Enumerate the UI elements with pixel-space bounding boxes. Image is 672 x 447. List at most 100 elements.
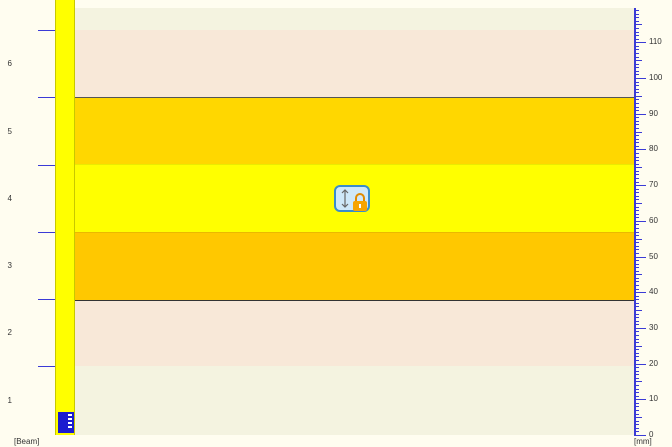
mm-ruler-tick	[634, 171, 639, 172]
beam-band-3[interactable]	[75, 232, 634, 300]
beam-label: 5	[7, 127, 12, 136]
mm-ruler-tick	[634, 39, 639, 40]
mm-label: 110	[649, 37, 662, 46]
mm-ruler-tick	[634, 214, 639, 215]
mm-ruler-tick	[634, 239, 642, 240]
mm-ruler-tick	[634, 303, 639, 304]
mm-ruler-tick	[634, 124, 639, 125]
mm-label: 40	[649, 287, 658, 296]
mm-ruler-tick	[634, 235, 639, 236]
mm-ruler-tick	[634, 367, 639, 368]
mm-ruler-tick	[634, 292, 646, 293]
mm-label: 50	[649, 252, 658, 261]
mm-ruler-tick	[634, 328, 646, 329]
mm-ruler-tick	[634, 199, 639, 200]
mm-ruler-tick	[634, 71, 639, 72]
beam-label: 2	[7, 328, 12, 337]
mm-ruler-tick	[634, 324, 639, 325]
beam-ruler-tick	[38, 30, 55, 31]
mm-ruler-tick	[634, 242, 639, 243]
left-unit-label: [Beam]	[14, 437, 40, 446]
beam-band-top[interactable]	[75, 8, 634, 30]
beam-band-6[interactable]	[75, 30, 634, 97]
mm-ruler-tick	[634, 321, 639, 322]
mm-ruler-tick	[634, 271, 639, 272]
mm-ruler-tick	[634, 135, 639, 136]
mm-ruler-tick	[634, 167, 642, 168]
mm-ruler-tick	[634, 92, 639, 93]
beam-position-marker[interactable]	[58, 412, 74, 433]
mm-ruler-tick	[634, 317, 639, 318]
mm-label: 70	[649, 180, 658, 189]
beam-ruler-tick	[38, 165, 55, 166]
beam-strip[interactable]	[55, 0, 75, 435]
mm-ruler-tick	[634, 353, 639, 354]
mm-ruler-tick	[634, 257, 646, 258]
beam-canvas[interactable]	[75, 8, 634, 435]
mm-ruler-tick	[634, 299, 639, 300]
mm-ruler-tick	[634, 228, 639, 229]
mm-label: 10	[649, 394, 658, 403]
mm-ruler-tick	[634, 110, 639, 111]
beam-ruler-tick	[38, 232, 55, 233]
band-border-line	[75, 97, 634, 98]
mm-ruler-tick	[634, 399, 646, 400]
mm-ruler-tick	[634, 182, 639, 183]
mm-ruler-tick	[634, 157, 639, 158]
mm-ruler-tick	[634, 107, 639, 108]
mm-ruler-tick	[634, 99, 639, 100]
mm-ruler-tick	[634, 392, 639, 393]
beam-band-1[interactable]	[75, 366, 634, 435]
mm-ruler-tick	[634, 249, 639, 250]
mm-ruler-tick	[634, 189, 639, 190]
mm-ruler-tick	[634, 264, 639, 265]
mm-ruler-tick	[634, 128, 639, 129]
beam-band-2[interactable]	[75, 300, 634, 366]
mm-ruler-tick	[634, 96, 642, 97]
mm-ruler-tick	[634, 356, 639, 357]
mm-ruler-tick	[634, 207, 639, 208]
mm-ruler-tick	[634, 431, 639, 432]
mm-ruler-tick	[634, 339, 639, 340]
mm-ruler-tick	[634, 232, 639, 233]
mm-ruler-tick	[634, 410, 639, 411]
mm-ruler-tick	[634, 424, 639, 425]
band-border-line	[75, 164, 634, 165]
mm-ruler-tick	[634, 314, 639, 315]
beam-label: 1	[7, 396, 12, 405]
mm-ruler-tick	[634, 85, 639, 86]
beam-ruler: 1 2 3 4 5 6	[0, 0, 55, 435]
mm-ruler-tick	[634, 221, 646, 222]
beam-ruler-tick	[38, 299, 55, 300]
mm-ruler-tick	[634, 435, 646, 436]
mm-ruler-tick	[634, 389, 639, 390]
mm-ruler-tick	[634, 217, 639, 218]
mm-ruler-tick	[634, 32, 639, 33]
mm-ruler-tick	[634, 396, 639, 397]
mm-label: 90	[649, 109, 658, 118]
mm-ruler-tick	[634, 17, 639, 18]
mm-ruler-tick	[634, 46, 639, 47]
mm-ruler-tick	[634, 10, 639, 11]
mm-label: 100	[649, 73, 663, 82]
mm-label: 80	[649, 144, 658, 153]
mm-ruler-tick	[634, 203, 642, 204]
beam-ruler-tick	[38, 366, 55, 367]
mm-ruler-tick	[634, 185, 646, 186]
mm-ruler-tick	[634, 160, 639, 161]
mm-ruler-tick	[634, 74, 639, 75]
mm-ruler-tick	[634, 103, 639, 104]
mm-ruler-tick	[634, 289, 639, 290]
mm-ruler-tick	[634, 24, 642, 25]
mm-ruler-tick	[634, 371, 639, 372]
mm-ruler-tick	[634, 403, 639, 404]
vertical-size-lock-icon[interactable]	[334, 185, 372, 217]
right-unit-label: [mm]	[634, 437, 652, 446]
mm-ruler-tick	[634, 421, 639, 422]
mm-ruler-tick	[634, 153, 639, 154]
mm-ruler-tick	[634, 121, 639, 122]
mm-ruler-tick	[634, 253, 639, 254]
mm-ruler-tick	[634, 417, 642, 418]
mm-label: 60	[649, 216, 658, 225]
beam-band-5[interactable]	[75, 97, 634, 164]
